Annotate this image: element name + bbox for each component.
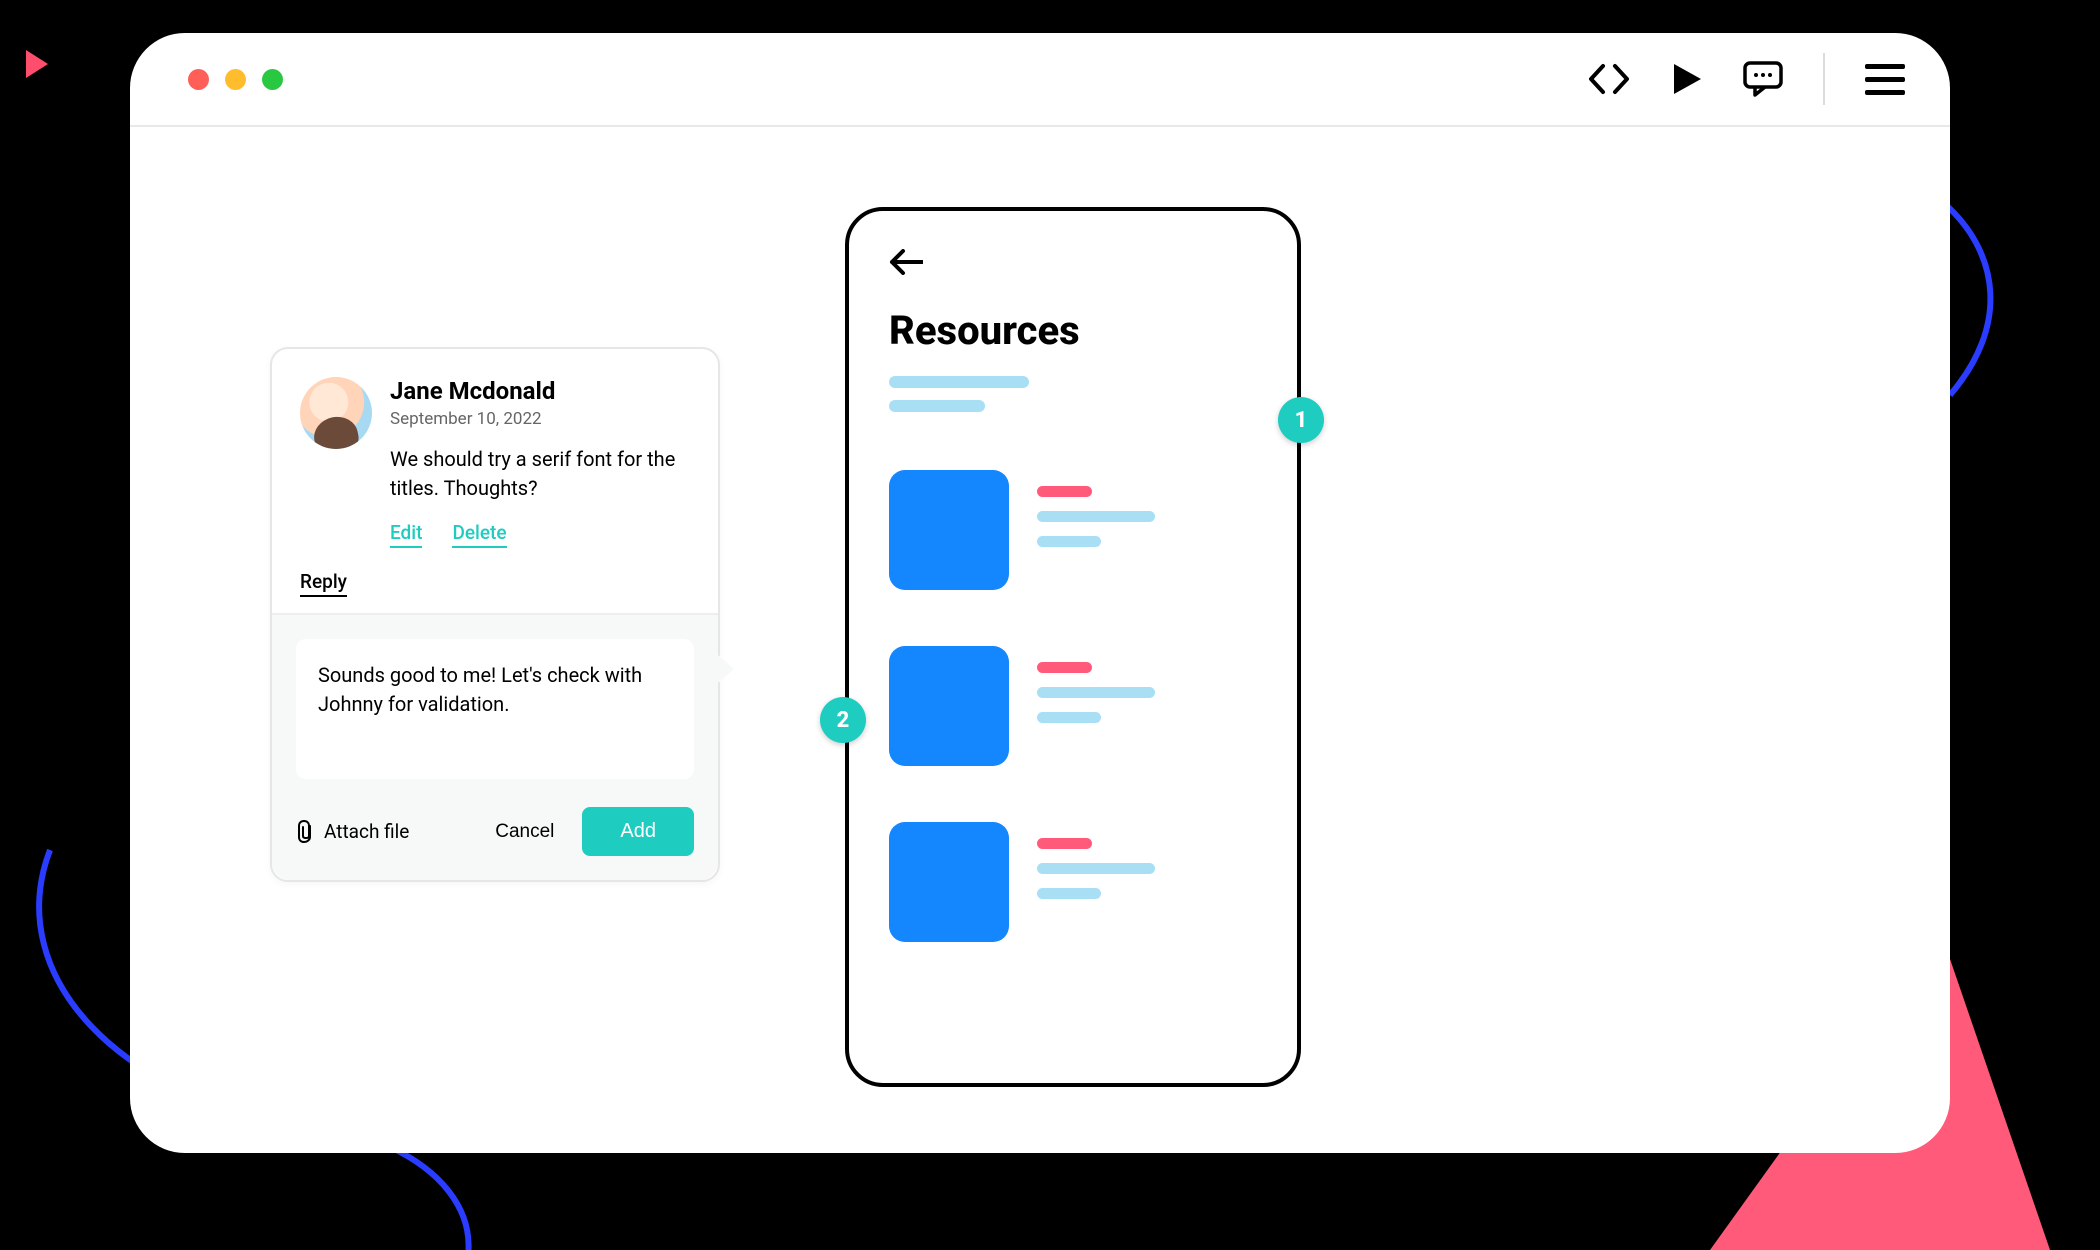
comment-author: Jane Mcdonald (390, 377, 690, 405)
reply-input[interactable]: Sounds good to me! Let's check with John… (296, 639, 694, 779)
thumbnail-placeholder (889, 470, 1009, 590)
mockup-subtitle-placeholder (889, 376, 1257, 424)
comment-text: We should try a serif font for the title… (390, 445, 690, 503)
comment-date: September 10, 2022 (390, 409, 690, 429)
code-icon[interactable] (1587, 62, 1631, 96)
mobile-mockup: Resources (845, 207, 1301, 1087)
item-text-placeholder (1037, 646, 1257, 737)
window-minimize-button[interactable] (225, 69, 246, 90)
app-window: Jane Mcdonald September 10, 2022 We shou… (130, 33, 1950, 1153)
window-maximize-button[interactable] (262, 69, 283, 90)
traffic-lights (188, 69, 283, 90)
reply-area: Sounds good to me! Let's check with John… (272, 613, 718, 880)
resource-list (889, 470, 1257, 942)
titlebar (130, 33, 1950, 127)
toolbar (1587, 53, 1905, 105)
annotation-pin-1[interactable]: 1 (1278, 397, 1324, 443)
delete-button[interactable]: Delete (452, 521, 506, 548)
list-item[interactable] (889, 646, 1257, 766)
avatar (300, 377, 372, 449)
decoration-triangle-small (26, 50, 48, 78)
attach-file-button[interactable]: Attach file (296, 820, 409, 844)
reply-button[interactable]: Reply (300, 570, 347, 597)
attach-file-label: Attach file (324, 820, 409, 843)
list-item[interactable] (889, 470, 1257, 590)
list-item[interactable] (889, 822, 1257, 942)
comment-icon[interactable] (1743, 61, 1783, 97)
annotation-pin-2[interactable]: 2 (820, 697, 866, 743)
play-icon[interactable] (1671, 62, 1703, 96)
paperclip-icon (296, 820, 316, 844)
thumbnail-placeholder (889, 646, 1009, 766)
add-button[interactable]: Add (582, 807, 694, 856)
comment-card: Jane Mcdonald September 10, 2022 We shou… (270, 347, 720, 882)
window-close-button[interactable] (188, 69, 209, 90)
item-text-placeholder (1037, 470, 1257, 561)
toolbar-divider (1823, 53, 1825, 105)
thumbnail-placeholder (889, 822, 1009, 942)
canvas: Jane Mcdonald September 10, 2022 We shou… (130, 127, 1950, 1153)
menu-icon[interactable] (1865, 64, 1905, 95)
back-icon[interactable] (889, 249, 1257, 279)
edit-button[interactable]: Edit (390, 521, 422, 548)
mockup-title: Resources (889, 307, 1257, 354)
item-text-placeholder (1037, 822, 1257, 913)
cancel-button[interactable]: Cancel (477, 809, 572, 855)
